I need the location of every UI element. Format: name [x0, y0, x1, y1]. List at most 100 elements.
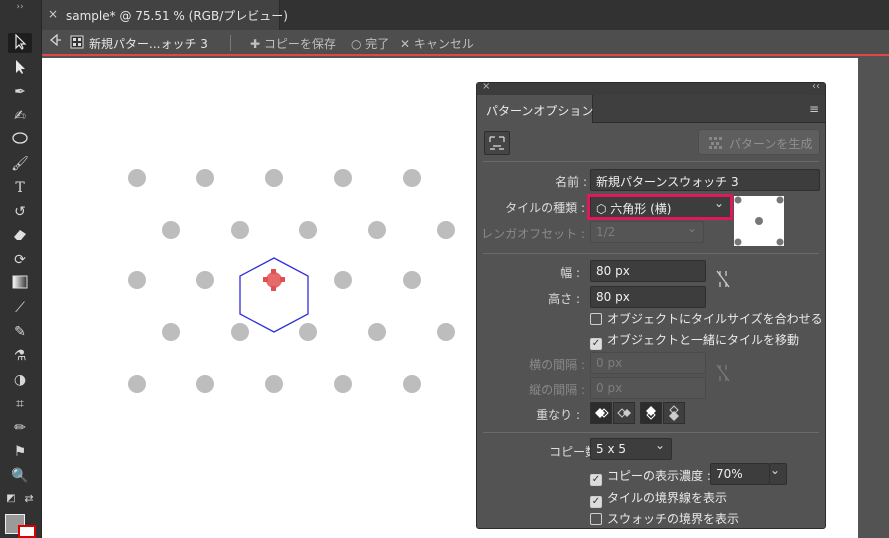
- rotate-tool-icon[interactable]: ↺: [8, 202, 32, 222]
- show-tile-edge-checkbox[interactable]: ✓ タイルの境界線を表示: [590, 489, 727, 508]
- pattern-dot[interactable]: [196, 271, 214, 289]
- pattern-dot[interactable]: [437, 221, 455, 239]
- document-title: sample* @ 75.51 % (RGB/プレビュー): [66, 9, 288, 23]
- close-tab-icon[interactable]: ×: [48, 7, 58, 21]
- v-spacing-label: 縦の間隔 :: [529, 383, 585, 397]
- mesh-tool-icon[interactable]: ⟋: [8, 298, 32, 318]
- pattern-dot[interactable]: [196, 375, 214, 393]
- cancel-x-icon: ✕: [400, 37, 414, 51]
- spacing-link-broken-icon[interactable]: [715, 362, 731, 387]
- pattern-dot[interactable]: [334, 169, 352, 187]
- overlap-label: 重なり :: [536, 408, 580, 422]
- size-tile-to-art-checkbox[interactable]: オブジェクトにタイルサイズを合わせる: [590, 310, 823, 327]
- height-input[interactable]: 80 px: [590, 286, 706, 308]
- brick-offset-dropdown[interactable]: 1/2: [590, 221, 704, 243]
- width-input[interactable]: 80 px: [590, 260, 706, 282]
- zoom-tool-icon[interactable]: 🔍: [8, 466, 32, 486]
- center-dot-selected[interactable]: [263, 269, 285, 291]
- generate-pattern-button[interactable]: パターンを生成: [698, 129, 820, 155]
- swap-colors-icon[interactable]: ⇄: [22, 492, 36, 506]
- dim-copies-checkbox[interactable]: ✓ コピーの表示濃度 :: [590, 467, 711, 486]
- size-tile-to-art-icon[interactable]: [484, 131, 510, 155]
- default-colors-icon[interactable]: ◩: [4, 492, 18, 506]
- toolbar-collapse-icon[interactable]: ››: [8, 2, 32, 12]
- gradient-tool-icon[interactable]: [8, 274, 32, 294]
- move-tile-with-art-checkbox[interactable]: ✓ オブジェクトと一緒にタイルを移動: [590, 331, 799, 350]
- panel-collapse-icon[interactable]: ‹‹: [812, 81, 820, 92]
- name-input[interactable]: 新規パターンスウォッチ 3: [590, 169, 820, 191]
- pattern-dot[interactable]: [128, 169, 146, 187]
- eyedropper-tool-icon[interactable]: ✎: [8, 322, 32, 342]
- pattern-dot[interactable]: [265, 375, 283, 393]
- free-transform-tool-icon[interactable]: ⟳: [8, 250, 32, 270]
- size-tile-to-art-label: オブジェクトにタイルサイズを合わせる: [607, 312, 823, 326]
- pattern-dot[interactable]: [334, 271, 352, 289]
- pattern-dot[interactable]: [368, 323, 386, 341]
- curvature-tool-icon[interactable]: ✍: [8, 106, 32, 126]
- pattern-dot[interactable]: [128, 375, 146, 393]
- done-label: 完了: [365, 37, 390, 51]
- brick-offset-label: レンガオフセット :: [481, 227, 585, 241]
- h-spacing-label: 横の間隔 :: [529, 358, 585, 372]
- shape-builder-tool-icon[interactable]: ◑: [8, 370, 32, 390]
- stroke-color-swatch[interactable]: [18, 525, 36, 538]
- height-label: 高さ :: [548, 292, 580, 306]
- show-tile-edge-label: タイルの境界線を表示: [607, 491, 728, 505]
- swatch-icon: [70, 35, 84, 52]
- v-spacing-input[interactable]: 0 px: [590, 377, 706, 399]
- pattern-dot[interactable]: [403, 375, 421, 393]
- type-tool-icon[interactable]: T: [8, 178, 32, 198]
- generate-pattern-label: パターンを生成: [729, 137, 813, 151]
- pattern-dot[interactable]: [265, 169, 283, 187]
- tab-pattern-options[interactable]: パターンオプション: [477, 95, 593, 123]
- pattern-dot[interactable]: [437, 323, 455, 341]
- panel-menu-icon[interactable]: ≡: [809, 102, 819, 116]
- tile-type-label: タイルの種類 :: [505, 201, 585, 215]
- pattern-dot[interactable]: [403, 169, 421, 187]
- selection-tool-icon[interactable]: [8, 33, 32, 53]
- pattern-dot[interactable]: [231, 323, 249, 341]
- done-button[interactable]: ○ 完了: [351, 35, 389, 52]
- column-graph-tool-icon[interactable]: ⚑: [8, 442, 32, 462]
- link-broken-icon[interactable]: [715, 268, 731, 293]
- overlap-left-front-button[interactable]: [590, 402, 612, 424]
- overlap-bottom-front-button[interactable]: [663, 402, 685, 424]
- pattern-dot[interactable]: [334, 375, 352, 393]
- pattern-edit-bar: 新規パター...ォッチ 3 ✚ コピーを保存 ○ 完了 ✕ キャンセル: [42, 30, 889, 56]
- pattern-dot[interactable]: [162, 221, 180, 239]
- pattern-dot[interactable]: [128, 271, 146, 289]
- paintbrush-tool-icon[interactable]: 🖌: [8, 154, 32, 174]
- crop-tool-icon[interactable]: ⌗: [8, 394, 32, 414]
- name-label: 名前 :: [555, 175, 587, 189]
- checkbox-checked: ✓: [590, 338, 602, 350]
- show-swatch-bounds-checkbox[interactable]: スウォッチの境界を表示: [590, 510, 739, 527]
- plus-icon: ✚: [250, 37, 264, 51]
- save-copy-label: コピーを保存: [263, 37, 336, 51]
- pen-tool-icon[interactable]: ✒: [8, 82, 32, 102]
- overlap-top-front-button[interactable]: [640, 402, 662, 424]
- pattern-dot[interactable]: [368, 221, 386, 239]
- cancel-button[interactable]: ✕ キャンセル: [400, 35, 474, 52]
- overlap-right-front-button[interactable]: [613, 402, 635, 424]
- document-tab[interactable]: × sample* @ 75.51 % (RGB/プレビュー): [42, 0, 288, 30]
- eraser-tool-icon[interactable]: [8, 226, 32, 246]
- save-copy-button[interactable]: ✚ コピーを保存: [250, 35, 336, 52]
- knife-tool-icon[interactable]: ✏: [8, 418, 32, 438]
- tile-type-highlight: [587, 194, 733, 220]
- direct-selection-tool-icon[interactable]: [8, 58, 32, 78]
- ellipse-tool-icon[interactable]: [8, 130, 32, 150]
- h-spacing-input[interactable]: 0 px: [590, 352, 706, 374]
- dim-copies-input[interactable]: 70%: [710, 463, 770, 485]
- show-swatch-bounds-label: スウォッチの境界を表示: [607, 512, 740, 526]
- back-arrow-icon[interactable]: [48, 33, 62, 50]
- pattern-dot[interactable]: [299, 221, 317, 239]
- panel-close-icon[interactable]: ×: [482, 81, 490, 92]
- pattern-dot[interactable]: [162, 323, 180, 341]
- copies-dropdown[interactable]: 5 x 5: [590, 438, 672, 460]
- pattern-dot[interactable]: [231, 221, 249, 239]
- pattern-dot[interactable]: [299, 323, 317, 341]
- pattern-dot[interactable]: [196, 169, 214, 187]
- blend-tool-icon[interactable]: ⚗: [8, 346, 32, 366]
- dim-copies-dropdown-button[interactable]: [769, 463, 787, 485]
- pattern-dot[interactable]: [403, 271, 421, 289]
